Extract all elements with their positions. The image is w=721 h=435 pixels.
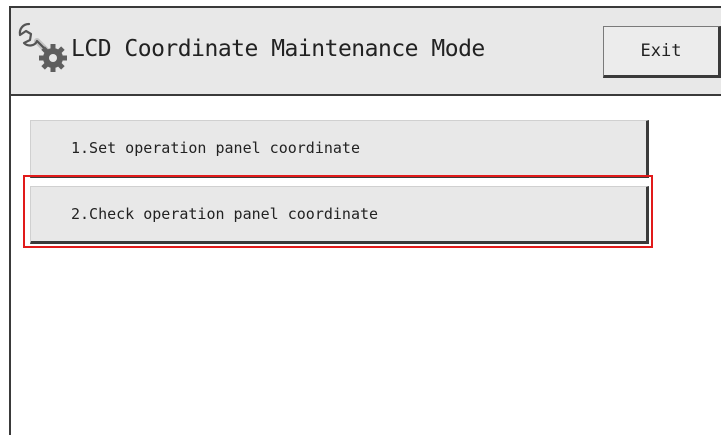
header-bar: LCD Coordinate Maintenance Mode Exit [11,8,721,96]
check-panel-coordinate-button[interactable]: 2.Check operation panel coordinate [30,186,649,244]
set-panel-coordinate-button[interactable]: 1.Set operation panel coordinate [30,120,649,178]
maintenance-screen: LCD Coordinate Maintenance Mode Exit 1.S… [9,6,721,435]
page-title: LCD Coordinate Maintenance Mode [71,36,485,62]
exit-button[interactable]: Exit [603,26,721,78]
wrench-gear-icon [15,18,71,74]
